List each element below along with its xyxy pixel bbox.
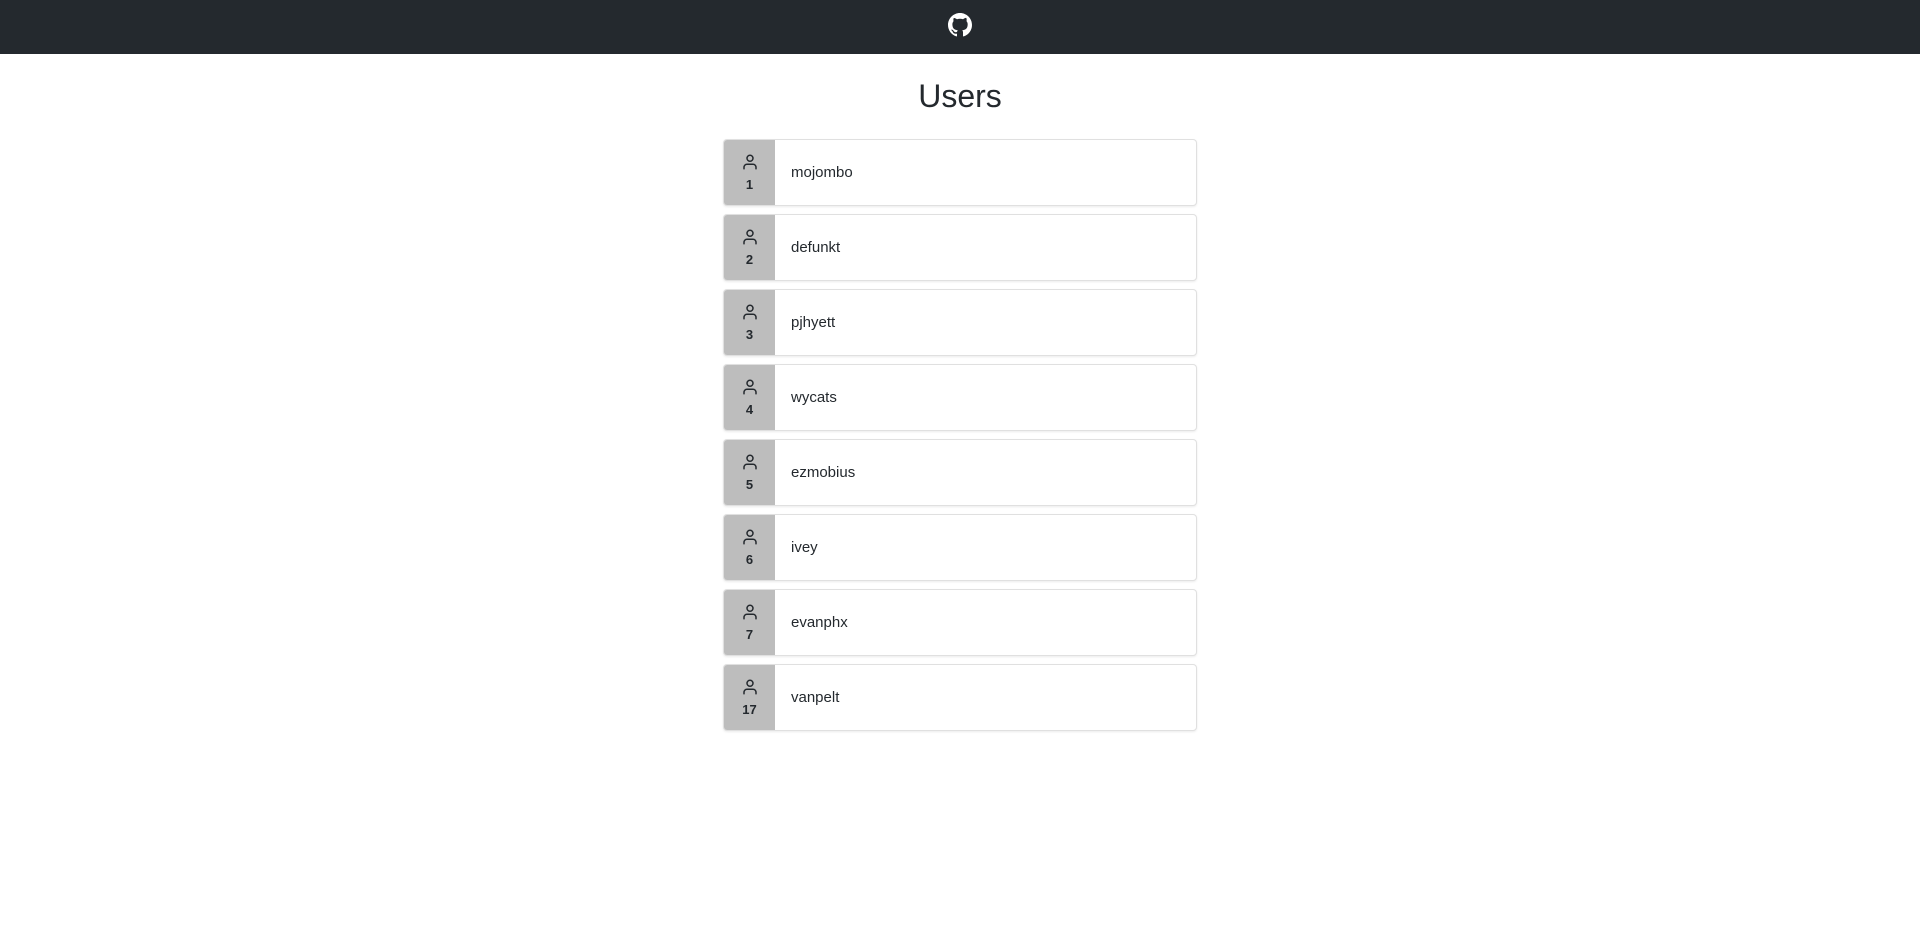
page-title: Users bbox=[0, 78, 1920, 115]
user-icon bbox=[741, 603, 759, 626]
user-icon bbox=[741, 153, 759, 176]
user-id: 3 bbox=[746, 327, 753, 342]
user-id: 1 bbox=[746, 177, 753, 192]
user-avatar: 7 bbox=[724, 590, 775, 655]
app-header bbox=[0, 0, 1920, 54]
user-id: 6 bbox=[746, 552, 753, 567]
user-login: wycats bbox=[775, 365, 1196, 430]
user-card[interactable]: 17 vanpelt bbox=[723, 664, 1197, 731]
user-icon bbox=[741, 528, 759, 551]
user-card[interactable]: 5 ezmobius bbox=[723, 439, 1197, 506]
user-login: ivey bbox=[775, 515, 1196, 580]
user-icon bbox=[741, 378, 759, 401]
user-card[interactable]: 3 pjhyett bbox=[723, 289, 1197, 356]
user-card[interactable]: 6 ivey bbox=[723, 514, 1197, 581]
user-id: 4 bbox=[746, 402, 753, 417]
user-icon bbox=[741, 303, 759, 326]
user-avatar: 1 bbox=[724, 140, 775, 205]
user-card[interactable]: 7 evanphx bbox=[723, 589, 1197, 656]
user-list: 1 mojombo 2 defunkt 3 pjhyett bbox=[715, 139, 1205, 731]
user-login: pjhyett bbox=[775, 290, 1196, 355]
user-icon bbox=[741, 678, 759, 701]
user-login: evanphx bbox=[775, 590, 1196, 655]
user-avatar: 17 bbox=[724, 665, 775, 730]
user-login: mojombo bbox=[775, 140, 1196, 205]
user-card[interactable]: 2 defunkt bbox=[723, 214, 1197, 281]
user-avatar: 3 bbox=[724, 290, 775, 355]
github-icon[interactable] bbox=[948, 13, 972, 42]
user-id: 5 bbox=[746, 477, 753, 492]
user-id: 7 bbox=[746, 627, 753, 642]
user-avatar: 5 bbox=[724, 440, 775, 505]
user-avatar: 6 bbox=[724, 515, 775, 580]
user-id: 17 bbox=[742, 702, 756, 717]
user-icon bbox=[741, 228, 759, 251]
user-icon bbox=[741, 453, 759, 476]
user-login: defunkt bbox=[775, 215, 1196, 280]
user-id: 2 bbox=[746, 252, 753, 267]
user-avatar: 2 bbox=[724, 215, 775, 280]
user-login: vanpelt bbox=[775, 665, 1196, 730]
user-card[interactable]: 1 mojombo bbox=[723, 139, 1197, 206]
user-card[interactable]: 4 wycats bbox=[723, 364, 1197, 431]
user-login: ezmobius bbox=[775, 440, 1196, 505]
user-avatar: 4 bbox=[724, 365, 775, 430]
